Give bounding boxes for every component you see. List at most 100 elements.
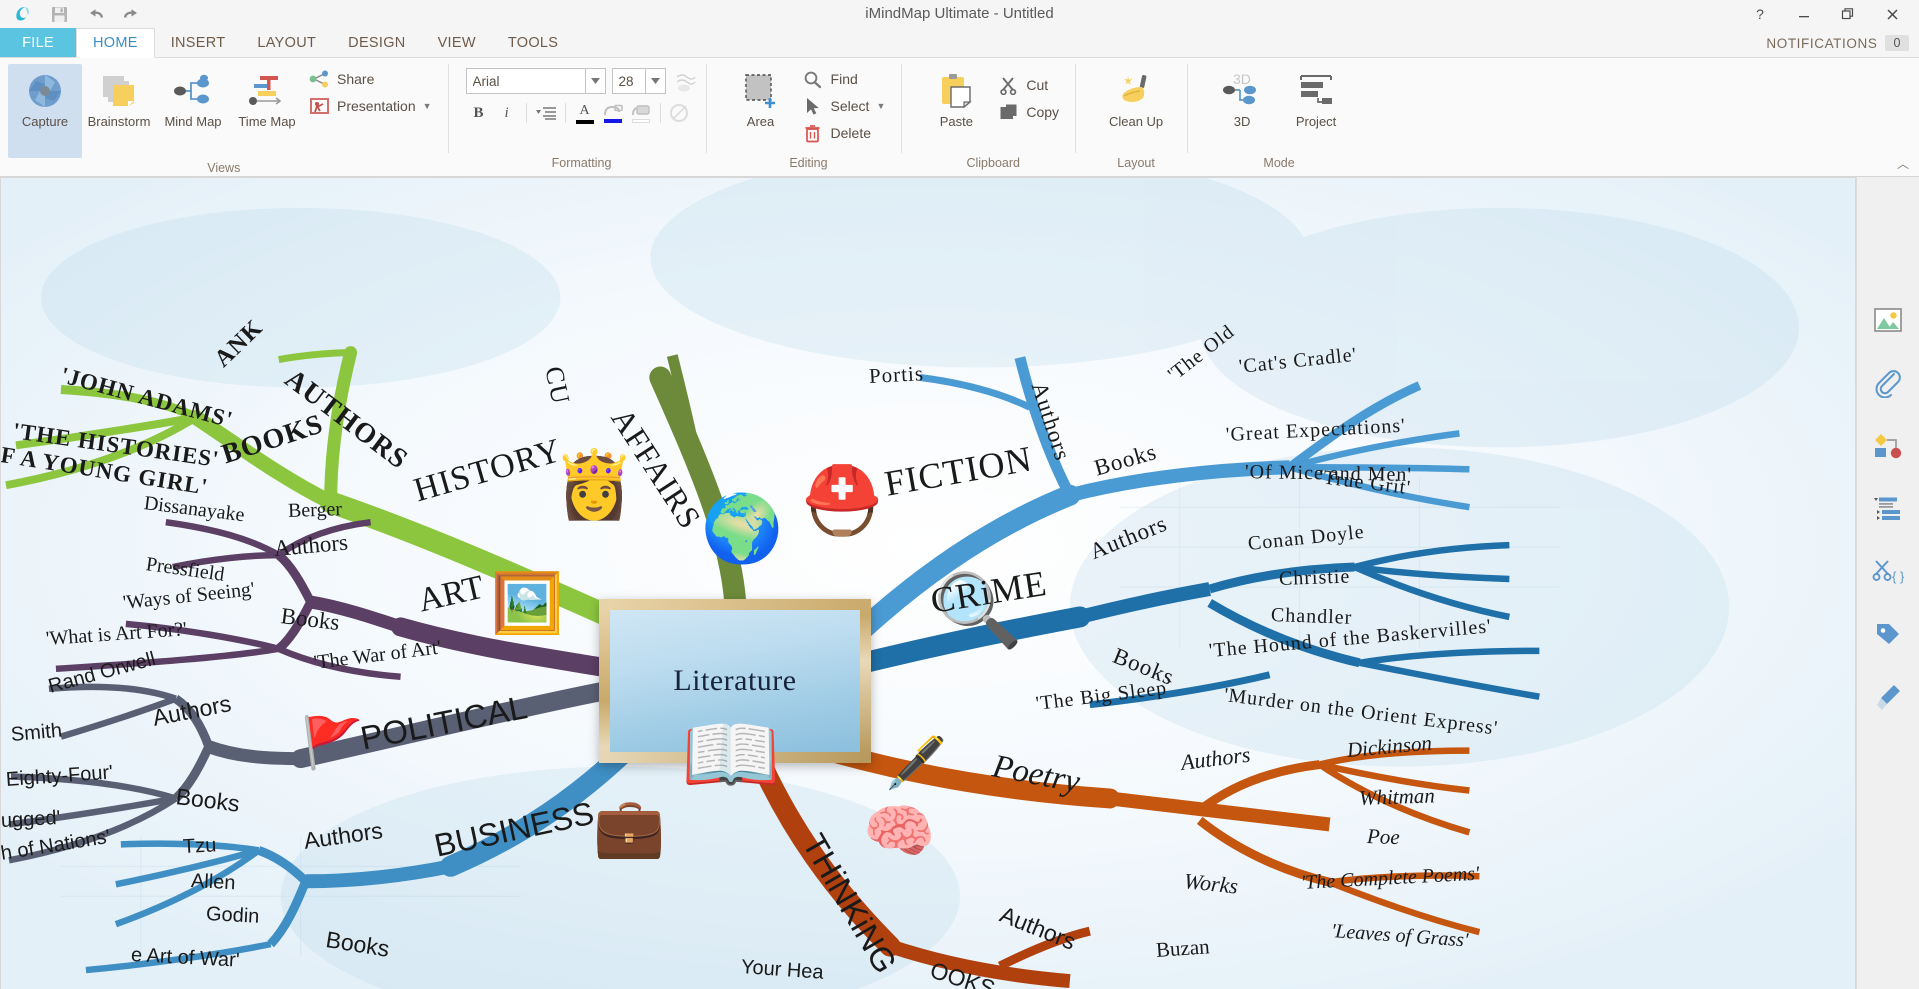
font-name-input[interactable] (466, 69, 585, 93)
capture-icon (26, 70, 64, 112)
format-painter-button[interactable] (667, 100, 693, 126)
window-title: iMindMap Ultimate - Untitled (865, 5, 1054, 22)
italic-button[interactable]: i (494, 100, 520, 126)
tab-layout[interactable]: LAYOUT (241, 28, 332, 57)
align-button[interactable] (533, 100, 559, 126)
ribbon-group-editing: Area Find Select ▼ Delete Editing (705, 58, 902, 177)
label-poetry-whitman[interactable]: Whitman (1359, 783, 1436, 811)
group-label-layout: Layout (1117, 156, 1155, 170)
save-icon[interactable] (48, 3, 70, 25)
scissors-icon[interactable]: { } (1868, 554, 1908, 590)
group-label-editing: Editing (789, 156, 828, 170)
delete-label: Delete (830, 125, 871, 141)
mindmap-button[interactable]: Mind Map (156, 64, 230, 133)
bold-button[interactable]: B (466, 100, 492, 126)
select-button[interactable]: Select ▼ (798, 93, 894, 119)
share-button[interactable]: Share (304, 66, 440, 92)
tab-view[interactable]: VIEW (422, 28, 492, 57)
share-icon (308, 69, 330, 89)
minimize-button[interactable] (1783, 1, 1825, 27)
restore-button[interactable] (1827, 1, 1869, 27)
notifications-label: NOTIFICATIONS (1766, 35, 1878, 51)
ribbon-collapse-icon[interactable]: ︿ (1897, 155, 1909, 172)
clipboard-small-buttons: Cut Copy (993, 64, 1067, 125)
label-art-berger[interactable]: Berger (288, 498, 343, 523)
notifications-area[interactable]: NOTIFICATIONS 0 (1766, 28, 1909, 58)
tab-design[interactable]: DESIGN (332, 28, 421, 57)
paperclip-icon[interactable] (1868, 365, 1908, 401)
copy-button[interactable]: Copy (993, 99, 1067, 125)
presentation-button[interactable]: Presentation ▼ (304, 93, 440, 119)
app-logo-icon[interactable] (12, 3, 34, 25)
cut-label: Cut (1026, 77, 1049, 93)
editing-small-buttons: Find Select ▼ Delete (798, 64, 894, 146)
label-fiction-portis[interactable]: Portis (868, 361, 924, 389)
bold-label: B (473, 104, 484, 121)
redo-icon[interactable] (120, 3, 142, 25)
timemap-label: Time Map (238, 114, 296, 129)
font-size-input[interactable] (612, 69, 645, 93)
fill-color-swatch[interactable] (631, 118, 650, 123)
outline-list-icon[interactable] (1868, 491, 1908, 527)
central-idea-node[interactable]: Literature (599, 599, 871, 763)
label-poetry-poe[interactable]: Poe (1367, 824, 1400, 850)
tab-home[interactable]: HOME (76, 28, 155, 58)
workspace: Literature 👸 🌍 ⛑️ 🖼️ 🔍 🚩 📖 💼 🧠 🖋️ HISTOR… (0, 177, 1919, 989)
label-business-godin[interactable]: Godin (205, 903, 259, 929)
mindmap-canvas[interactable]: Literature 👸 🌍 ⛑️ 🖼️ 🔍 🚩 📖 💼 🧠 🖋️ HISTOR… (0, 177, 1856, 989)
three-d-button[interactable]: 3D 3D (1205, 64, 1279, 133)
font-name-box[interactable] (465, 68, 606, 94)
font-color-swatch[interactable] (575, 119, 594, 124)
paste-button[interactable]: Paste (919, 64, 993, 133)
cut-button[interactable]: Cut (993, 72, 1067, 98)
label-crime-christie[interactable]: Christie (1279, 566, 1351, 591)
tab-insert[interactable]: INSERT (155, 28, 242, 57)
copy-label: Copy (1026, 104, 1060, 120)
paste-icon (937, 70, 975, 112)
image-icon[interactable] (1868, 302, 1908, 338)
branch-color-swatch[interactable] (603, 118, 622, 123)
brainstorm-button[interactable]: Brainstorm (82, 64, 156, 133)
font-color-glyph: A (579, 102, 590, 118)
ribbon-group-layout: Clean Up Layout (1075, 58, 1187, 177)
area-button[interactable]: Area (724, 64, 798, 133)
undo-icon[interactable] (84, 3, 106, 25)
mindmap-label: Mind Map (164, 114, 222, 129)
label-crime-chandler[interactable]: Chandler (1271, 604, 1353, 630)
brainstorm-icon (100, 70, 138, 112)
label-political-shrugged[interactable]: ugged' (1, 807, 61, 833)
help-button[interactable]: ? (1739, 1, 1781, 27)
branch-color-button[interactable] (600, 104, 626, 123)
quick-access-toolbar (0, 3, 142, 25)
label-thinking-buzan[interactable]: Buzan (1155, 934, 1210, 963)
close-button[interactable] (1871, 1, 1913, 27)
cleanup-button[interactable]: Clean Up (1093, 64, 1179, 133)
delete-button[interactable]: Delete (798, 120, 894, 146)
font-name-dropdown-icon[interactable] (584, 69, 605, 93)
label-business-allen[interactable]: Allen (190, 870, 236, 895)
project-button[interactable]: Project (1279, 64, 1353, 133)
find-button[interactable]: Find (798, 66, 894, 92)
copy-icon (997, 102, 1019, 122)
group-label-mode: Mode (1263, 156, 1295, 170)
tab-tools[interactable]: TOOLS (492, 28, 574, 57)
cleanup-label: Clean Up (1108, 114, 1164, 129)
tag-icon[interactable] (1868, 617, 1908, 653)
fill-color-button[interactable] (628, 104, 654, 123)
project-icon (1296, 70, 1336, 112)
line-style-button[interactable] (672, 68, 698, 94)
shapes-icon[interactable] (1868, 428, 1908, 464)
timemap-button[interactable]: Time Map (230, 64, 304, 133)
label-poetry-works[interactable]: Works (1183, 868, 1240, 900)
chevron-down-icon[interactable]: ▼ (876, 101, 885, 111)
chevron-down-icon[interactable]: ▼ (423, 101, 432, 111)
label-political-smith[interactable]: Smith (10, 720, 63, 747)
font-color-button[interactable]: A (572, 103, 598, 124)
brush-icon[interactable] (1868, 680, 1908, 716)
capture-button[interactable]: Capture (8, 64, 82, 158)
tab-file[interactable]: FILE (0, 28, 76, 57)
label-business-tzu[interactable]: Tzu (182, 834, 217, 859)
font-size-box[interactable] (611, 68, 666, 94)
font-size-dropdown-icon[interactable] (644, 69, 665, 93)
formatting-divider-3 (659, 103, 661, 123)
